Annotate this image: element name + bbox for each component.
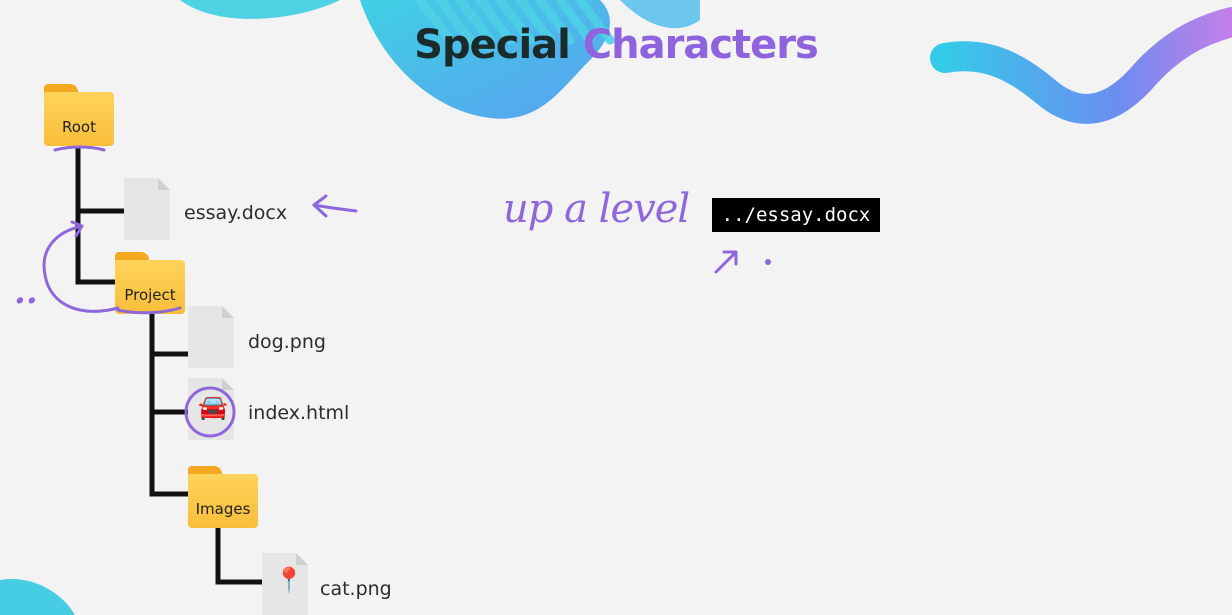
handwritten-dot xyxy=(765,259,771,265)
curved-up-arrow xyxy=(42,220,120,313)
arrow-to-command xyxy=(714,250,738,274)
annotation-dots: .. xyxy=(14,272,38,312)
circle-index-icon xyxy=(184,386,236,438)
handwritten-annotations xyxy=(42,145,771,438)
arrow-to-essay xyxy=(312,194,358,218)
underline-project xyxy=(116,306,182,315)
underline-root xyxy=(53,145,106,152)
annotation-up-a-level: up a level xyxy=(503,186,690,232)
